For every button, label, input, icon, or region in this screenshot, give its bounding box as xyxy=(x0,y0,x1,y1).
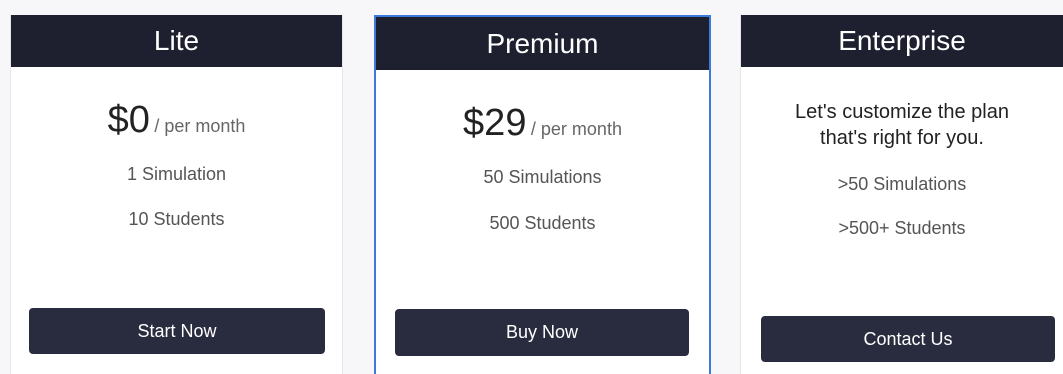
plan-title-lite: Lite xyxy=(11,15,342,67)
price-amount-lite: $0 xyxy=(107,99,150,141)
contact-us-button[interactable]: Contact Us xyxy=(761,316,1055,362)
feature-simulations-premium: 50 Simulations xyxy=(483,167,602,187)
feature-students-premium: 500 Students xyxy=(489,213,596,233)
plan-title-premium: Premium xyxy=(376,17,709,70)
enterprise-tagline-line-2: that's right for you. xyxy=(820,127,984,149)
plan-card-enterprise: Enterprise Let's customize the plan that… xyxy=(740,15,1063,374)
plan-card-premium: Premium $29 / per month 50 Simulations 5… xyxy=(374,15,711,374)
feature-simulations-enterprise: >50 Simulations xyxy=(837,174,967,194)
price-lite: $0 / per month xyxy=(11,99,342,142)
feature-simulations-lite: 1 Simulation xyxy=(126,164,227,184)
feature-students-lite: 10 Students xyxy=(128,209,225,229)
plan-title-enterprise: Enterprise xyxy=(741,15,1063,67)
enterprise-tagline: Let's customize the plan that's right fo… xyxy=(741,99,1063,151)
price-unit-lite: / per month xyxy=(154,116,246,136)
enterprise-tagline-line-1: Let's customize the plan xyxy=(795,101,1009,123)
price-unit-premium: / per month xyxy=(530,119,622,139)
start-now-button[interactable]: Start Now xyxy=(29,308,325,354)
price-premium: $29 / per month xyxy=(376,102,709,145)
buy-now-button[interactable]: Buy Now xyxy=(395,309,689,356)
plan-card-lite: Lite $0 / per month 1 Simulation 10 Stud… xyxy=(10,15,343,374)
price-amount-premium: $29 xyxy=(463,102,527,144)
feature-students-enterprise: >500+ Students xyxy=(838,218,966,238)
